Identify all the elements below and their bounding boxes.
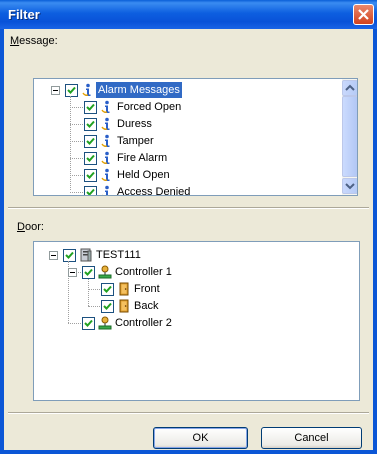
checkbox[interactable] <box>101 300 114 313</box>
checkmark-icon <box>86 188 95 195</box>
tree-item-label: Access Denied <box>117 186 191 196</box>
tree-item-label: Alarm Messages <box>96 82 182 98</box>
tree-item-label: Tamper <box>117 135 154 147</box>
tree-item-message[interactable]: Held Open <box>34 167 357 183</box>
separator <box>8 207 369 209</box>
ok-button[interactable]: OK <box>153 427 248 449</box>
close-icon <box>358 9 369 20</box>
title-bar[interactable]: Filter <box>0 0 377 29</box>
door-tree[interactable]: TEST111 Controller 1 Front Back Controller 2 <box>33 241 360 401</box>
filter-dialog: Filter Message: Alarm Messages Forced Ope… <box>0 0 377 454</box>
checkmark-icon <box>86 154 95 162</box>
checkmark-icon <box>84 268 93 276</box>
checkbox[interactable] <box>82 317 95 330</box>
network-node-icon <box>98 316 112 330</box>
tree-item-label: Held Open <box>117 169 170 181</box>
info-icon <box>100 185 114 195</box>
scroll-up-button[interactable] <box>342 80 357 96</box>
tree-item-label: Back <box>134 300 159 312</box>
checkmark-icon <box>103 285 112 293</box>
scroll-thumb[interactable] <box>342 96 357 177</box>
info-icon <box>81 83 95 97</box>
tree-item-label: TEST111 <box>96 249 141 261</box>
tree-item-label: Duress <box>117 118 152 130</box>
door-icon <box>117 282 131 296</box>
close-button[interactable] <box>353 4 374 25</box>
tree-item-label: Forced Open <box>117 101 182 113</box>
window-title: Filter <box>8 7 40 22</box>
checkmark-icon <box>103 302 112 310</box>
tree-item-message[interactable]: Fire Alarm <box>34 150 357 166</box>
checkmark-icon <box>86 103 95 111</box>
tree-item-message[interactable]: Tamper <box>34 133 357 149</box>
checkmark-icon <box>86 171 95 179</box>
tree-item-label: Fire Alarm <box>117 152 168 164</box>
info-icon <box>100 100 114 114</box>
checkbox[interactable] <box>101 283 114 296</box>
message-scrollbar[interactable] <box>342 79 357 195</box>
server-icon <box>79 248 93 262</box>
message-tree[interactable]: Alarm Messages Forced Open Duress Tamper Fir… <box>33 78 358 196</box>
checkbox[interactable] <box>84 169 97 182</box>
collapse-toggle[interactable] <box>49 251 58 260</box>
checkbox[interactable] <box>84 186 97 195</box>
checkbox[interactable] <box>84 135 97 148</box>
info-icon <box>100 151 114 165</box>
tree-item-label: Front <box>134 283 160 295</box>
checkbox[interactable] <box>65 84 78 97</box>
message-label: Message: <box>10 35 58 47</box>
tree-item-message[interactable]: Duress <box>34 116 357 132</box>
scroll-down-button[interactable] <box>342 178 357 194</box>
network-node-icon <box>98 265 112 279</box>
chevron-down-icon <box>345 183 355 190</box>
checkmark-icon <box>86 137 95 145</box>
tree-item-door[interactable]: Back <box>34 298 359 314</box>
tree-item-alarm-messages[interactable]: Alarm Messages <box>34 82 357 98</box>
info-icon <box>100 168 114 182</box>
door-label: Door: <box>17 221 44 233</box>
checkbox[interactable] <box>63 249 76 262</box>
tree-item-message[interactable]: Forced Open <box>34 99 357 115</box>
tree-item-message[interactable]: Access Denied <box>34 184 357 196</box>
tree-item-door[interactable]: Front <box>34 281 359 297</box>
tree-item-label: Controller 2 <box>115 317 172 329</box>
checkbox[interactable] <box>84 118 97 131</box>
tree-item-label: Controller 1 <box>115 266 172 278</box>
info-icon <box>100 134 114 148</box>
window-border-bottom <box>0 450 377 454</box>
chevron-up-icon <box>345 84 355 91</box>
checkbox[interactable] <box>84 152 97 165</box>
checkbox[interactable] <box>84 101 97 114</box>
info-icon <box>100 117 114 131</box>
tree-item-controller[interactable]: Controller 2 <box>34 315 359 331</box>
tree-item-controller[interactable]: Controller 1 <box>34 264 359 280</box>
checkmark-icon <box>65 251 74 259</box>
separator <box>8 412 369 414</box>
checkmark-icon <box>67 86 76 94</box>
checkbox[interactable] <box>82 266 95 279</box>
checkmark-icon <box>84 319 93 327</box>
window-border-right <box>373 29 377 454</box>
checkmark-icon <box>86 120 95 128</box>
collapse-toggle[interactable] <box>51 86 60 95</box>
tree-item-root[interactable]: TEST111 <box>34 247 359 263</box>
window-border-left <box>0 29 4 454</box>
cancel-button[interactable]: Cancel <box>261 427 362 449</box>
door-icon <box>117 299 131 313</box>
collapse-toggle[interactable] <box>68 268 77 277</box>
